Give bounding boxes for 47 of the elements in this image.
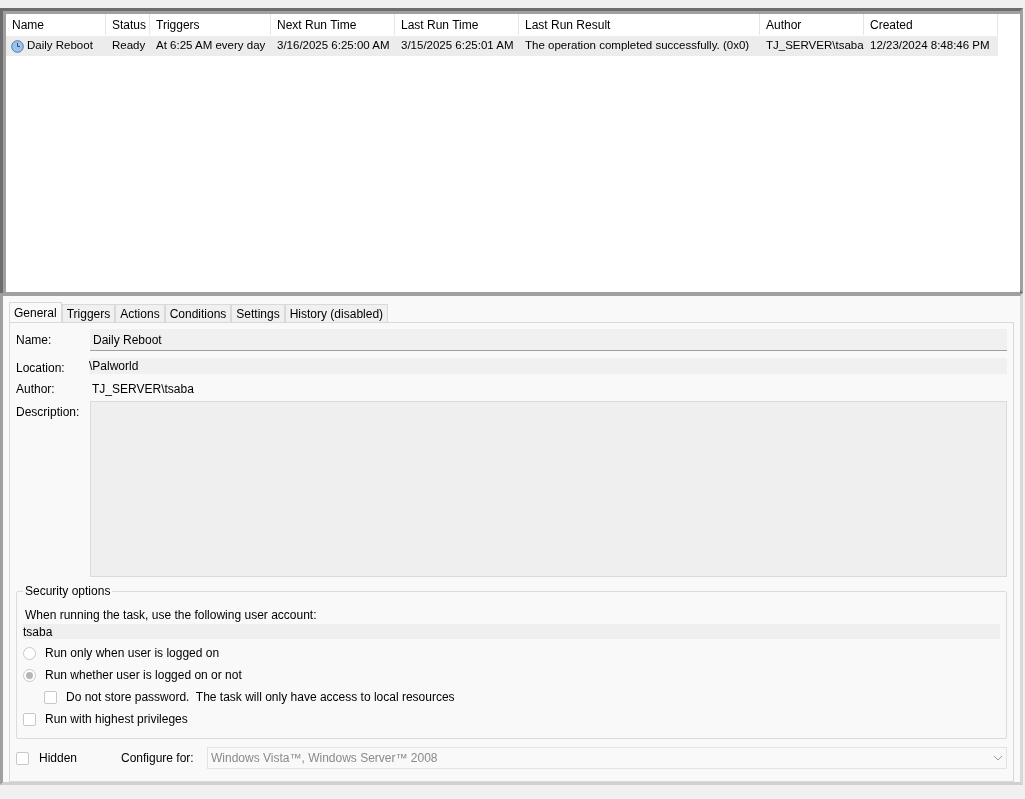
column-header[interactable]: Last Run Time — [395, 14, 519, 35]
clock-icon — [11, 39, 24, 53]
field-label: Location: — [16, 360, 66, 377]
table-cell-text: The operation completed successfully. (0x0) — [525, 38, 750, 54]
tab[interactable]: History (disabled) — [284, 304, 389, 322]
hidden-label: Hidden — [39, 750, 79, 767]
column-header[interactable]: Status — [106, 14, 150, 35]
tab[interactable]: General — [9, 302, 62, 322]
table-cell-text: At 6:25 AM every day — [156, 38, 266, 54]
task-row[interactable]: Daily Reboot Ready At 6:25 AM every day 3/16/2025 6:25:00 AM 3/15/2025 6:25:01 AM The operation completed successfully. (0x0) TJ_SERVER\tsaba 12/23/2024 8:48:46 PM — [6, 36, 998, 56]
account-label: When running the task, use the following user account: — [24, 607, 318, 624]
field-label: Description: — [16, 404, 81, 421]
column-header[interactable]: Author — [760, 14, 864, 35]
user-account-field: tsaba — [23, 624, 1000, 639]
table-cell-text: Ready — [112, 38, 146, 54]
option-label: Run only when user is logged on — [45, 645, 220, 662]
field-label: Name: — [16, 332, 53, 349]
column-header[interactable]: Last Run Result — [519, 14, 760, 35]
author-value: TJ_SERVER\tsaba — [92, 381, 194, 398]
tab[interactable]: Settings — [231, 304, 285, 322]
column-header[interactable]: Created — [864, 14, 998, 35]
tab[interactable]: Triggers — [61, 304, 116, 322]
table-cell-text: TJ_SERVER\tsaba — [766, 38, 864, 54]
tab[interactable]: Conditions — [164, 304, 232, 322]
chevron-down-icon — [993, 755, 1003, 761]
group-title: Security options — [23, 584, 113, 598]
name-field[interactable]: Daily Reboot — [90, 329, 1007, 351]
column-header[interactable]: Triggers — [150, 14, 271, 35]
location-field: \Palworld — [89, 358, 1007, 374]
checkbox[interactable] — [16, 751, 29, 765]
table-cell-text: 12/23/2024 8:48:46 PM — [870, 38, 990, 54]
table-cell-text: 3/15/2025 6:25:01 AM — [401, 38, 514, 54]
column-header[interactable]: Name — [6, 14, 106, 35]
option-label: Run whether user is logged on or not — [45, 667, 242, 684]
configure-label: Configure for: — [121, 750, 195, 767]
tab[interactable]: Actions — [115, 304, 165, 322]
checkbox[interactable] — [23, 712, 36, 726]
description-field[interactable] — [90, 401, 1007, 577]
column-header[interactable]: Next Run Time — [271, 14, 395, 35]
option-label: Run with highest privileges — [45, 711, 188, 728]
field-label: Author: — [16, 381, 56, 398]
option-label: Do not store password. The task will only have access to local resources — [66, 689, 455, 706]
table-cell-text: 3/16/2025 6:25:00 AM — [277, 38, 390, 54]
radio-button[interactable] — [23, 646, 36, 660]
checkbox[interactable] — [44, 690, 57, 704]
table-cell-text: Daily Reboot — [27, 38, 93, 54]
radio-button[interactable] — [23, 668, 36, 682]
